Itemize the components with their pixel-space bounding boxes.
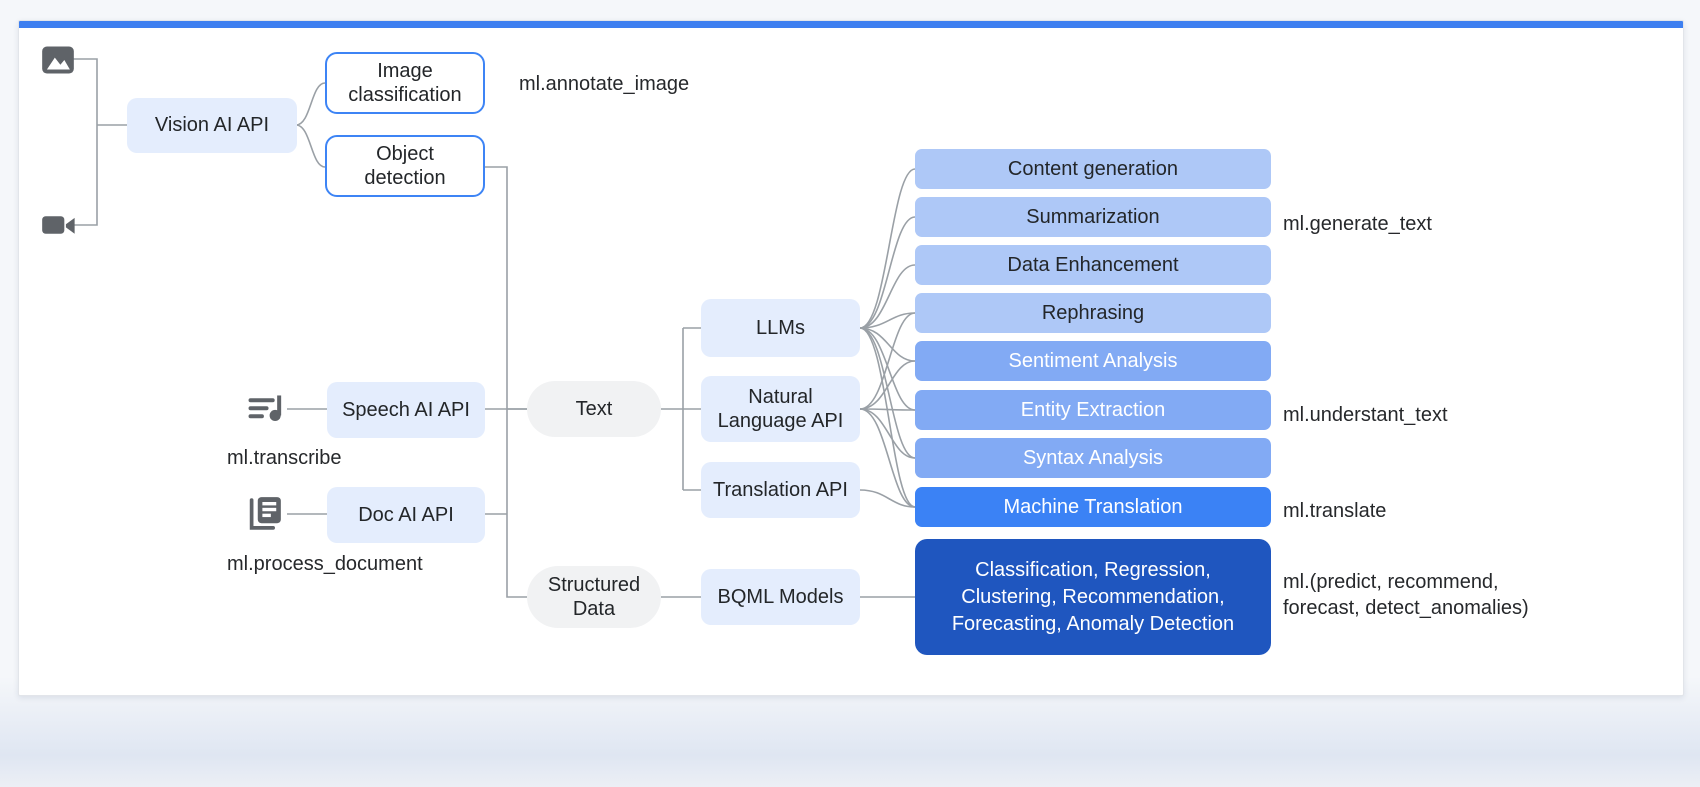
bar-bqml-tasks[interactable]: Classification, Regression, Clustering, … [915,539,1271,655]
node-bqml-models[interactable]: BQML Models [701,569,860,625]
video-camera-icon [39,206,77,244]
node-label: Vision AI API [154,114,270,137]
bar-data-enhancement[interactable]: Data Enhancement [915,245,1271,285]
bar-label: Machine Translation [1003,495,1183,518]
node-speech-ai-api[interactable]: Speech AI API [327,382,485,438]
node-label: Translation API [713,478,848,501]
node-label: BQML Models [717,585,844,608]
label-ml-understant-text: ml.understant_text [1283,404,1448,426]
node-label: Doc AI API [358,503,454,526]
node-text[interactable]: Text [527,381,661,437]
label-ml-annotate-image: ml.annotate_image [519,73,690,95]
diagram-canvas: Vision AI API Speech AI API Doc AI API I… [19,21,1683,695]
bar-label: Syntax Analysis [1022,446,1164,469]
diagram-slide: Vision AI API Speech AI API Doc AI API I… [18,20,1684,696]
bar-rephrasing[interactable]: Rephrasing [915,293,1271,333]
bar-label: Sentiment Analysis [1008,349,1178,372]
bar-sentiment-analysis[interactable]: Sentiment Analysis [915,341,1271,381]
node-label: Text [575,397,613,420]
bar-machine-translation[interactable]: Machine Translation [915,487,1271,527]
bar-label: Classification, Regression, Clustering, … [951,558,1235,635]
node-object-detection[interactable]: Object detection [325,135,485,197]
node-vision-ai-api[interactable]: Vision AI API [127,98,297,153]
node-label: Structured Data [547,573,641,620]
image-icon [39,41,77,79]
node-label: Speech AI API [342,398,470,421]
document-icon [247,494,287,534]
bar-label: Summarization [1026,205,1160,228]
label-ml-translate: ml.translate [1283,500,1387,522]
node-label: Natural Language API [717,385,844,432]
bar-label: Entity Extraction [1020,398,1166,421]
node-label: Image classification [348,59,462,106]
label-ml-generate-text: ml.generate_text [1283,213,1432,235]
bar-label: Content generation [1007,157,1179,180]
bar-syntax-analysis[interactable]: Syntax Analysis [915,438,1271,478]
bar-entity-extraction[interactable]: Entity Extraction [915,390,1271,430]
label-ml-transcribe: ml.transcribe [227,447,342,469]
node-llms[interactable]: LLMs [701,299,860,357]
node-label: Object detection [364,142,446,189]
node-structured-data[interactable]: Structured Data [527,566,661,628]
bar-label: Rephrasing [1041,301,1145,324]
node-doc-ai-api[interactable]: Doc AI API [327,487,485,543]
node-natural-language-api[interactable]: Natural Language API [701,376,860,442]
label-ml-bqml-functions: ml.(predict, recommend, forecast, detect… [1283,571,1529,620]
bar-summarization[interactable]: Summarization [915,197,1271,237]
bar-label: Data Enhancement [1007,253,1179,276]
bar-content-generation[interactable]: Content generation [915,149,1271,189]
node-image-classification[interactable]: Image classification [325,52,485,114]
node-label: LLMs [756,316,805,339]
label-ml-process-document: ml.process_document [227,553,423,575]
node-translation-api[interactable]: Translation API [701,462,860,518]
audio-waveform-icon [247,389,287,429]
